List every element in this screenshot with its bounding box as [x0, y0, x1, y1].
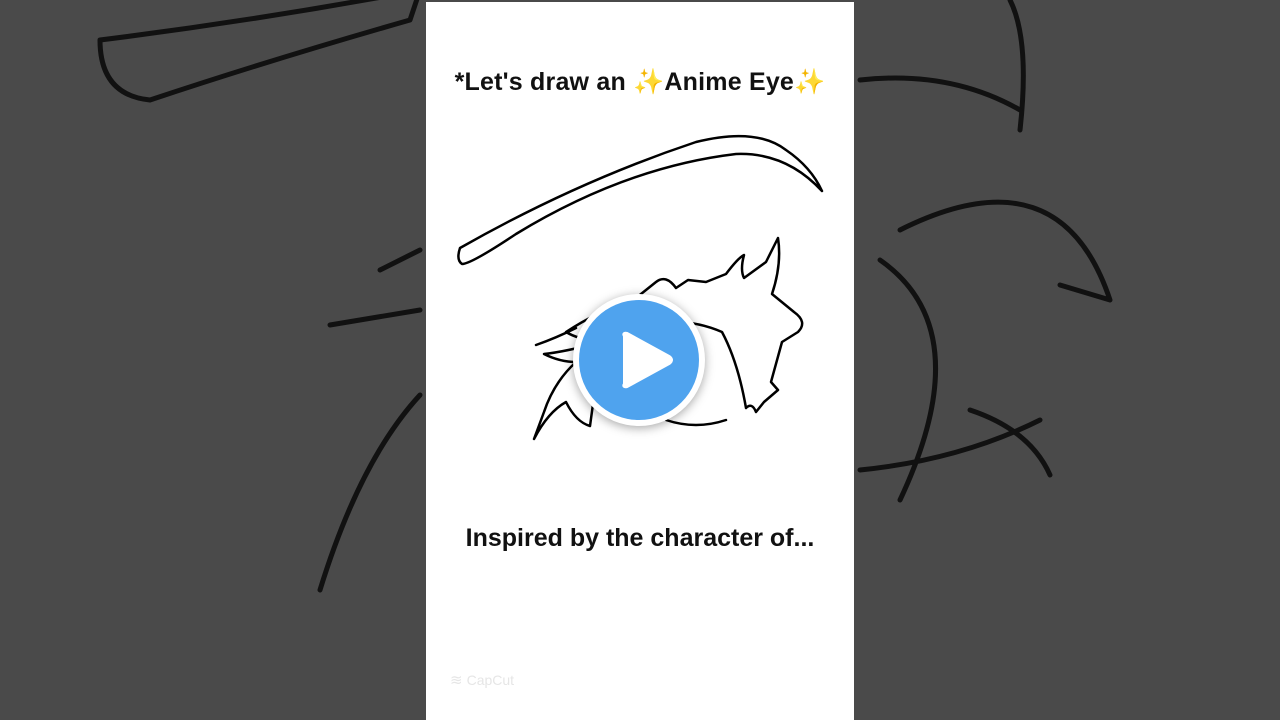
play-icon: [622, 331, 673, 389]
watermark-text: CapCut: [466, 672, 515, 688]
capcut-watermark: ≋ CapCut: [450, 671, 514, 689]
play-button-circle: [579, 300, 699, 420]
play-button[interactable]: [573, 294, 705, 426]
video-caption: Inspired by the character of...: [465, 524, 815, 552]
eye-bottom: [664, 418, 728, 427]
eyebrow: [457, 134, 824, 266]
lower-lash-stroke: [534, 326, 578, 347]
capcut-logo-icon: ≋: [450, 672, 463, 689]
